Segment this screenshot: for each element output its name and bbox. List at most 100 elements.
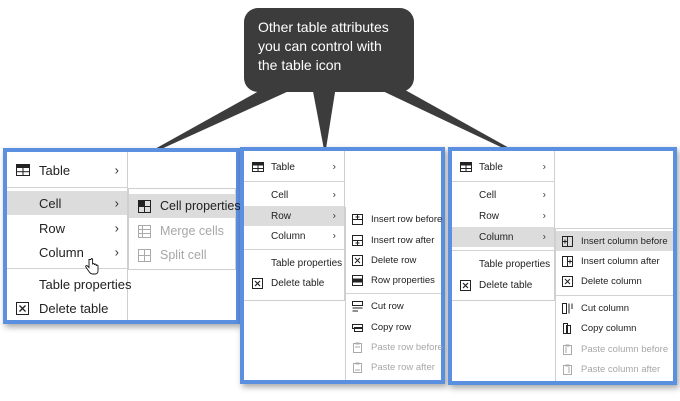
menu-item-label: Delete table xyxy=(271,277,325,289)
callout-line-2: you can control with xyxy=(258,38,382,54)
submenu-item-label: Row properties xyxy=(371,274,435,286)
submenu-item-label: Insert row after xyxy=(371,234,435,246)
submenu-item-insert-column-after[interactable]: Insert column after xyxy=(556,251,673,271)
menu-item-label: Row xyxy=(39,220,66,236)
submenu-item-paste-column-after[interactable]: Paste column after xyxy=(556,359,673,379)
submenu-item-label: Copy row xyxy=(371,321,412,333)
paste-row-after-icon xyxy=(352,362,363,373)
menu-item-row[interactable]: Row › xyxy=(244,206,344,226)
submenu-item-insert-column-before[interactable]: Insert column before xyxy=(556,231,673,251)
menu-item-label: Cell xyxy=(39,195,62,211)
callout-line-1: Other table attributes xyxy=(258,19,389,35)
menu-item-cell[interactable]: Cell › xyxy=(452,185,554,205)
cell-properties-icon xyxy=(138,199,151,213)
menu-item-row[interactable]: Row › xyxy=(452,206,554,226)
menu-item-delete-table[interactable]: Delete table xyxy=(452,275,554,295)
menu-item-label: Row xyxy=(479,210,500,222)
panel-cell-menu: Table › Cell › Row › Column › Table prop… xyxy=(3,148,241,324)
delete-column-icon xyxy=(562,275,573,287)
submenu-item-label: Paste row before xyxy=(371,341,443,353)
submenu-item-row-properties[interactable]: Row properties xyxy=(346,270,441,290)
submenu-item-copy-column[interactable]: Copy column xyxy=(556,318,673,338)
table-icon xyxy=(252,162,264,172)
menu-item-row[interactable]: Row › xyxy=(7,216,127,240)
menu-divider xyxy=(452,181,554,182)
menu-item-label: Column xyxy=(39,244,84,260)
submenu-item-cut-row[interactable]: Cut row xyxy=(346,296,441,316)
menu-item-label: Delete table xyxy=(39,300,109,316)
paste-column-before-icon xyxy=(562,344,573,355)
context-menu-main: Table › Cell › Row › Column › Table prop… xyxy=(7,152,132,320)
menu-item-table[interactable]: Table › xyxy=(452,157,554,177)
chevron-right-icon: › xyxy=(114,220,119,236)
menu-item-label: Cell xyxy=(479,189,497,201)
context-menu-main: Table › Cell › Row › Column › Table prop… xyxy=(452,151,555,301)
chevron-right-icon: › xyxy=(542,231,546,243)
panel-column-menu: Table › Cell › Row › Column › Table prop… xyxy=(448,147,677,385)
submenu-item-copy-row[interactable]: Copy row xyxy=(346,317,441,337)
chevron-right-icon: › xyxy=(332,210,336,222)
context-menu-main: Table › Cell › Row › Column › Table prop… xyxy=(244,151,345,301)
chevron-right-icon: › xyxy=(114,244,119,260)
submenu-column: Insert column before Insert column after… xyxy=(555,228,673,381)
delete-table-icon xyxy=(460,279,471,291)
submenu-item-merge-cells[interactable]: Merge cells xyxy=(129,219,235,243)
menu-item-label: Table properties xyxy=(271,257,343,269)
menu-item-delete-table[interactable]: Delete table xyxy=(7,296,127,320)
submenu-item-insert-row-after[interactable]: Insert row after xyxy=(346,230,441,250)
paste-row-before-icon xyxy=(352,342,363,353)
menu-item-column[interactable]: Column › xyxy=(244,226,344,246)
submenu-item-insert-row-before[interactable]: Insert row before xyxy=(346,209,442,229)
callout-bubble: Other table attributes you can control w… xyxy=(244,8,414,92)
hand-pointer-icon xyxy=(85,258,99,275)
submenu-item-label: Paste column before xyxy=(581,343,669,355)
menu-item-column[interactable]: Column › xyxy=(7,240,127,264)
menu-item-label: Table properties xyxy=(39,276,132,292)
submenu-item-label: Cut row xyxy=(371,300,404,312)
menu-item-delete-table[interactable]: Delete table xyxy=(244,273,344,293)
panel-row-menu: Table › Cell › Row › Column › Table prop… xyxy=(240,147,445,384)
insert-column-after-icon xyxy=(562,255,573,267)
table-icon xyxy=(16,164,30,176)
menu-item-table-properties[interactable]: Table properties xyxy=(452,254,554,274)
delete-row-icon xyxy=(352,254,363,266)
submenu-item-cut-column[interactable]: Cut column xyxy=(556,298,673,318)
chevron-right-icon: › xyxy=(332,189,336,201)
submenu-row: Insert row before Insert row after Delet… xyxy=(345,207,443,380)
submenu-item-delete-column[interactable]: Delete column xyxy=(556,271,673,291)
menu-item-table[interactable]: Table › xyxy=(7,158,127,182)
submenu-item-label: Merge cells xyxy=(160,224,224,238)
table-icon xyxy=(460,162,472,172)
menu-divider xyxy=(452,250,554,251)
submenu-item-paste-column-before[interactable]: Paste column before xyxy=(556,339,673,359)
chevron-right-icon: › xyxy=(542,161,546,173)
submenu-item-label: Copy column xyxy=(581,322,637,334)
menu-item-table[interactable]: Table › xyxy=(244,157,344,177)
submenu-item-paste-row-after[interactable]: Paste row after xyxy=(346,357,441,377)
submenu-item-paste-row-before[interactable]: Paste row before xyxy=(346,337,443,357)
submenu-item-label: Cut column xyxy=(581,302,630,314)
callout-line-3: the table icon xyxy=(258,57,342,73)
chevron-right-icon: › xyxy=(542,189,546,201)
copy-column-icon xyxy=(562,322,573,334)
menu-item-cell[interactable]: Cell › xyxy=(244,185,344,205)
submenu-item-label: Delete row xyxy=(371,254,417,266)
menu-divider xyxy=(346,293,441,294)
menu-divider xyxy=(7,268,127,269)
menu-item-cell[interactable]: Cell › xyxy=(7,191,127,215)
submenu-item-cell-properties[interactable]: Cell properties xyxy=(129,194,241,218)
split-cell-icon xyxy=(138,248,151,262)
menu-item-label: Table xyxy=(271,161,295,173)
chevron-right-icon: › xyxy=(114,195,119,211)
menu-item-column[interactable]: Column › xyxy=(452,227,554,247)
submenu-item-label: Paste column after xyxy=(581,363,661,375)
copy-row-icon xyxy=(352,322,363,333)
chevron-right-icon: › xyxy=(114,162,119,178)
menu-item-table-properties[interactable]: Table properties xyxy=(244,253,344,273)
menu-item-label: Column xyxy=(271,230,306,242)
menu-item-table-properties[interactable]: Table properties xyxy=(7,272,132,296)
submenu-item-split-cell[interactable]: Split cell xyxy=(129,243,235,267)
menu-item-label: Table xyxy=(479,161,503,173)
submenu-item-label: Paste row after xyxy=(371,361,435,373)
submenu-item-delete-row[interactable]: Delete row xyxy=(346,250,441,270)
